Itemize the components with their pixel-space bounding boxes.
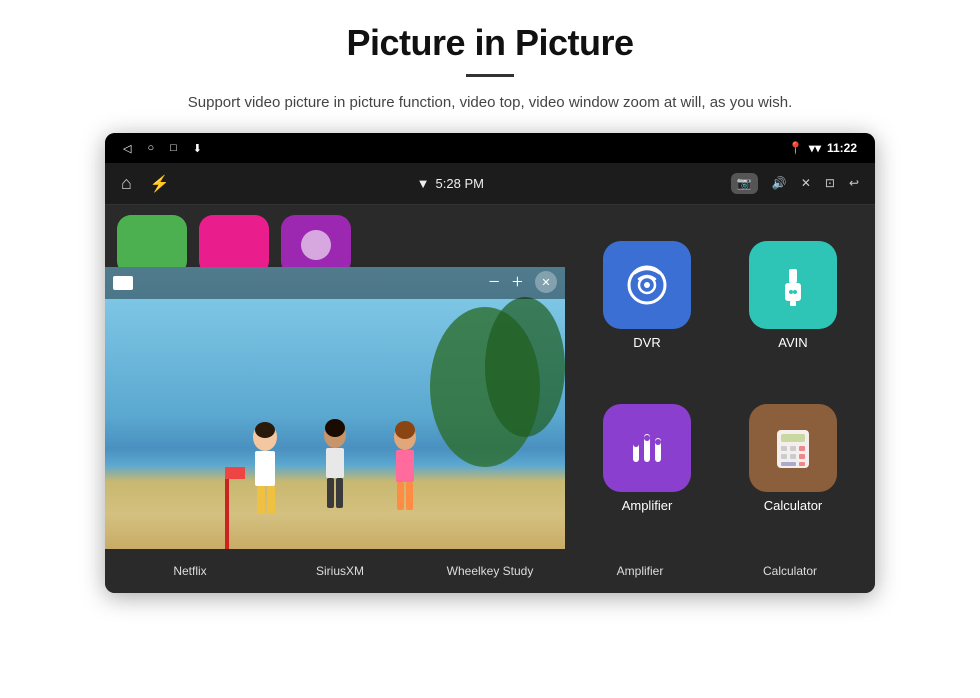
- pip-video[interactable]: − + ✕ ⏮ ▶ ⏭ YCZ99: [105, 267, 565, 549]
- title-divider: [466, 74, 514, 77]
- apps-grid: DVR AVIN: [565, 205, 875, 549]
- wifi-time-area: ▼ 5:28 PM: [417, 176, 484, 191]
- avin-app-icon[interactable]: [749, 241, 837, 329]
- beach-scene: [105, 267, 565, 549]
- calculator-app-cell[interactable]: Calculator: [727, 384, 859, 533]
- dvr-app-icon[interactable]: [603, 241, 691, 329]
- page-wrapper: Picture in Picture Support video picture…: [0, 0, 980, 698]
- back-icon[interactable]: ↩: [849, 176, 859, 191]
- dvr-label: DVR: [633, 335, 660, 350]
- camera-icon[interactable]: 📷: [731, 173, 758, 194]
- avin-label: AVIN: [778, 335, 807, 350]
- bottom-labels: Netflix SiriusXM Wheelkey Study Amplifie…: [105, 549, 875, 593]
- nav-bar: ⌂ ⚡ ▼ 5:28 PM 📷 🔊 ✕ ⊡ ↩: [105, 163, 875, 205]
- pip-minus-btn[interactable]: −: [488, 272, 499, 292]
- nav-bar-left: ⌂ ⚡: [121, 173, 170, 194]
- close-icon[interactable]: ✕: [801, 176, 811, 191]
- back-nav-icon[interactable]: ◁: [123, 142, 131, 155]
- usb-icon: ⚡: [150, 174, 170, 194]
- volume-icon[interactable]: 🔊: [772, 176, 787, 191]
- status-bar: ◁ ○ □ ⬇ 📍 ▾▾ 11:22: [105, 133, 875, 163]
- download-icon: ⬇: [193, 142, 202, 155]
- amplifier-app-cell[interactable]: Amplifier: [581, 384, 713, 533]
- netflix-app-icon[interactable]: [117, 215, 187, 275]
- page-subtitle: Support video picture in picture functio…: [188, 91, 792, 115]
- netflix-bottom-label: Netflix: [140, 564, 240, 578]
- siriusxm-app-icon[interactable]: [199, 215, 269, 275]
- status-time: 11:22: [827, 141, 857, 155]
- siriusxm-bottom-label: SiriusXM: [290, 564, 390, 578]
- pip-plus-btn[interactable]: +: [512, 272, 523, 292]
- wifi-icon: ▾▾: [809, 141, 821, 155]
- recents-nav-icon[interactable]: □: [170, 142, 177, 154]
- pip-close-btn[interactable]: ✕: [535, 271, 557, 293]
- avin-app-cell[interactable]: AVIN: [727, 221, 859, 370]
- window-icon[interactable]: ⊡: [825, 176, 835, 191]
- watermark: YCZ99: [524, 548, 555, 549]
- pip-controls: − + ✕: [488, 271, 557, 293]
- pip-area: − + ✕ ⏮ ▶ ⏭ YCZ99: [105, 205, 565, 549]
- pip-cam-icon: [113, 276, 133, 290]
- page-title: Picture in Picture: [346, 22, 633, 64]
- status-bar-left: ◁ ○ □ ⬇: [123, 142, 202, 155]
- wheelkey-bottom-label: Wheelkey Study: [440, 564, 540, 578]
- amplifier-app-icon[interactable]: [603, 404, 691, 492]
- calculator-label: Calculator: [764, 498, 823, 513]
- calculator-app-icon[interactable]: [749, 404, 837, 492]
- status-bar-right: 📍 ▾▾ 11:22: [788, 141, 857, 155]
- nav-bar-right: 📷 🔊 ✕ ⊡ ↩: [731, 173, 859, 194]
- calculator-bottom-label: Calculator: [740, 564, 840, 578]
- amplifier-bottom-label: Amplifier: [590, 564, 690, 578]
- location-icon: 📍: [788, 141, 803, 155]
- device-frame: ◁ ○ □ ⬇ 📍 ▾▾ 11:22 ⌂ ⚡ ▼ 5:28 PM 📷: [105, 133, 875, 593]
- home-nav-icon[interactable]: ○: [147, 142, 154, 154]
- amplifier-label: Amplifier: [622, 498, 673, 513]
- wheelkey-app-icon[interactable]: [281, 215, 351, 275]
- wifi-signal-icon: ▼: [417, 176, 430, 191]
- main-content: − + ✕ ⏮ ▶ ⏭ YCZ99: [105, 205, 875, 549]
- dvr-app-cell[interactable]: DVR: [581, 221, 713, 370]
- nav-time: 5:28 PM: [436, 176, 484, 191]
- home-icon[interactable]: ⌂: [121, 173, 132, 194]
- pip-overlay: − + ✕: [105, 267, 565, 299]
